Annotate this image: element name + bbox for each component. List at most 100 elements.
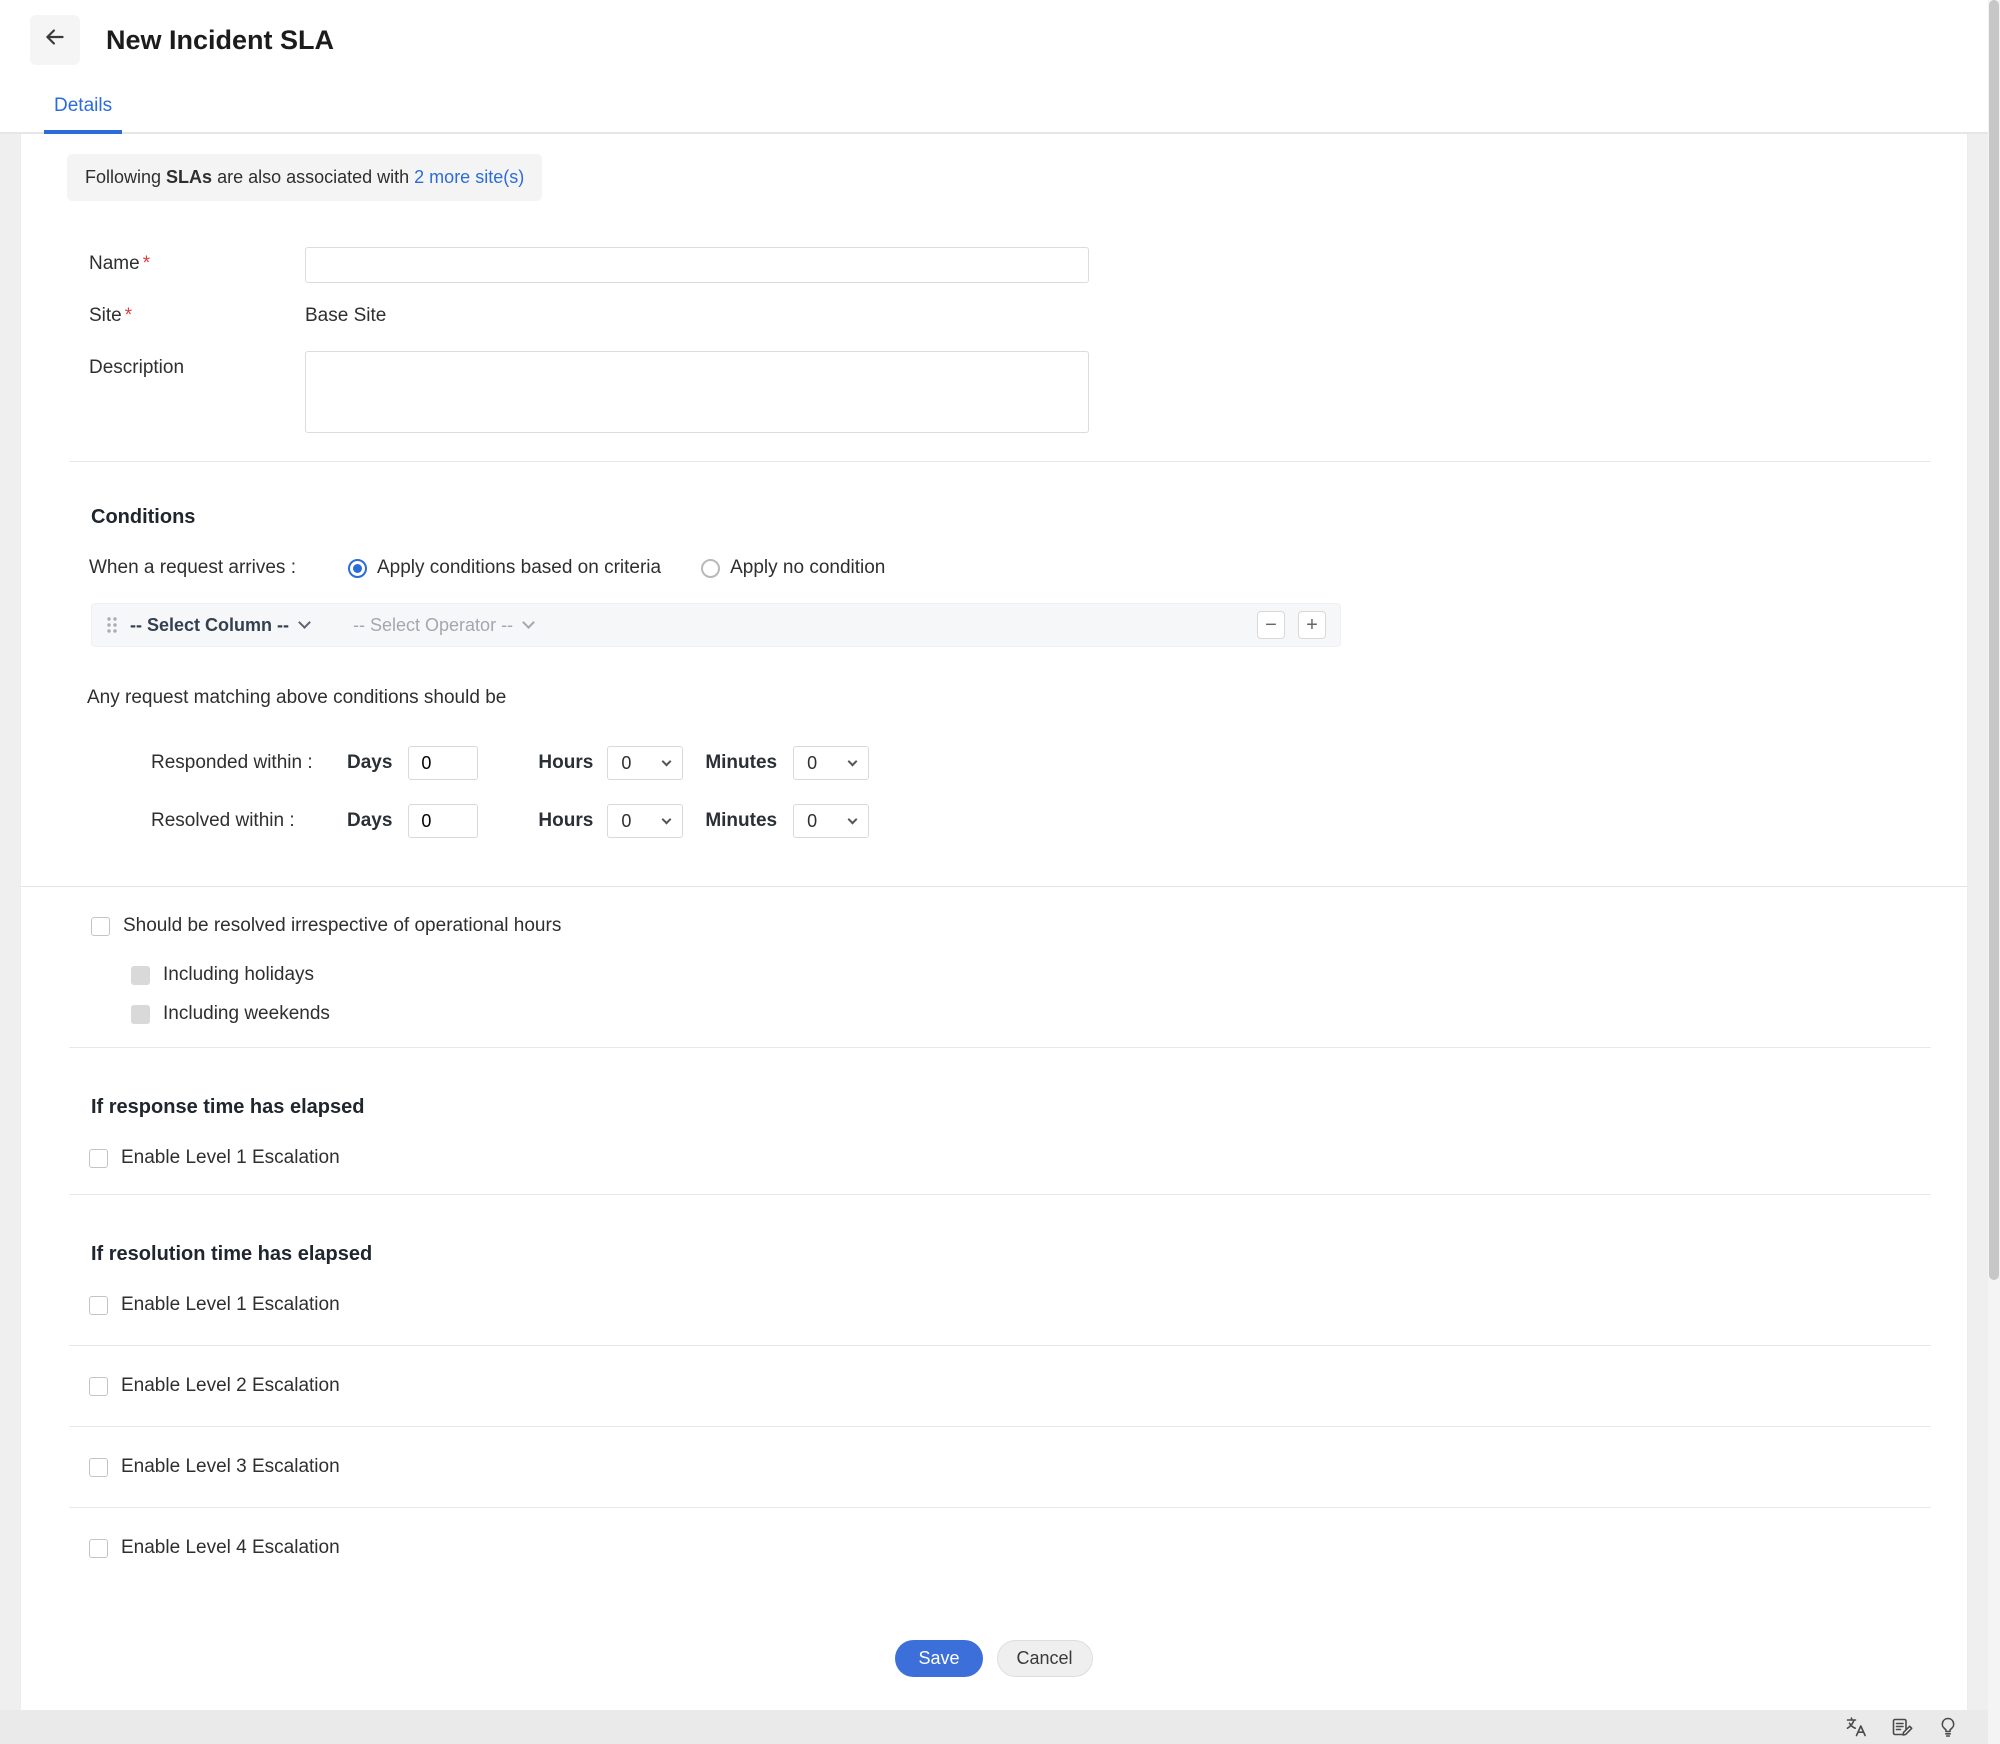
chevron-down-icon [847, 814, 858, 825]
add-condition-button[interactable]: + [1298, 611, 1326, 639]
details-form: Name * Site * Base Site Description [21, 247, 1967, 433]
resolved-minutes-select[interactable]: 0 [793, 804, 870, 838]
minutes-label: Minutes [705, 752, 778, 773]
section-divider [69, 1194, 1931, 1195]
name-input[interactable] [305, 247, 1089, 283]
lightbulb-icon[interactable] [1936, 1715, 1960, 1739]
hours-label: Hours [538, 752, 594, 773]
banner-text-prefix: Following [85, 167, 167, 187]
condition-row: -- Select Column -- -- Select Operator -… [91, 603, 1341, 647]
banner-text-middle: are also associated with [212, 167, 415, 187]
chevron-down-icon [661, 814, 672, 825]
checkbox-unchecked-icon[interactable] [89, 1148, 108, 1168]
days-label: Days [347, 810, 393, 831]
responded-minutes-select[interactable]: 0 [793, 746, 870, 780]
checkbox-unchecked-icon[interactable] [89, 1538, 108, 1558]
including-weekends-label: Including weekends [163, 1003, 330, 1024]
enable-response-level-1-escalation[interactable]: Enable Level 1 Escalation [89, 1147, 1967, 1169]
operational-hours-checkbox-row[interactable]: Should be resolved irrespective of opera… [91, 915, 1967, 937]
site-value: Base Site [305, 305, 387, 326]
page-header: New Incident SLA [0, 0, 2000, 80]
escalation-label: Enable Level 1 Escalation [121, 1147, 340, 1168]
section-divider [69, 1047, 1931, 1048]
tab-details[interactable]: Details [44, 95, 123, 134]
page-title: New Incident SLA [106, 24, 335, 55]
select-column-dropdown[interactable]: -- Select Column -- [130, 615, 311, 636]
arrow-left-icon [42, 24, 68, 56]
remove-condition-button[interactable]: − [1257, 611, 1285, 639]
including-holidays-label: Including holidays [163, 964, 315, 985]
tab-bar: Details [0, 80, 2000, 134]
site-label: Site * [89, 305, 133, 326]
conditions-heading: Conditions [91, 506, 196, 528]
enable-resolution-level-2-escalation[interactable]: Enable Level 2 Escalation [89, 1375, 1967, 1397]
checkbox-unchecked-icon[interactable] [89, 1376, 108, 1396]
name-label: Name * [89, 253, 151, 274]
more-sites-link[interactable]: 2 more site(s) [414, 167, 524, 187]
radio-apply-no-condition-label: Apply no condition [730, 557, 886, 578]
radio-apply-conditions-label: Apply conditions based on criteria [376, 557, 662, 578]
radio-selected-icon [347, 558, 367, 578]
operational-hours-label: Should be resolved irrespective of opera… [123, 915, 562, 936]
resolved-hours-select[interactable]: 0 [607, 804, 684, 838]
checkbox-unchecked-icon[interactable] [89, 1295, 108, 1315]
sla-association-banner: Following SLAs are also associated with … [67, 154, 543, 201]
chevron-down-icon [522, 616, 535, 629]
feedback-icon[interactable] [1890, 1715, 1914, 1739]
drag-handle-icon[interactable] [106, 615, 118, 635]
escalation-label: Enable Level 4 Escalation [121, 1537, 340, 1558]
required-asterisk: * [142, 253, 151, 274]
description-textarea[interactable] [305, 351, 1089, 433]
responded-days-input[interactable] [408, 746, 479, 780]
responded-within-row: Responded within : Days Hours 0 Minutes … [151, 745, 1967, 781]
enable-resolution-level-4-escalation[interactable]: Enable Level 4 Escalation [89, 1537, 1967, 1559]
radio-unselected-icon [701, 558, 721, 578]
scrollbar-thumb[interactable] [1989, 0, 1999, 1280]
resolved-days-input[interactable] [408, 804, 479, 838]
checkbox-disabled-icon [131, 1004, 150, 1024]
checkbox-unchecked-icon[interactable] [91, 916, 110, 936]
save-button[interactable]: Save [895, 1640, 983, 1677]
enable-resolution-level-3-escalation[interactable]: Enable Level 3 Escalation [89, 1456, 1967, 1478]
escalation-label: Enable Level 3 Escalation [121, 1456, 340, 1477]
footer-bar [0, 1710, 2000, 1744]
section-divider [69, 461, 1931, 462]
matching-conditions-text: Any request matching above conditions sh… [87, 687, 507, 708]
radio-apply-conditions[interactable]: Apply conditions based on criteria [347, 557, 662, 579]
including-weekends-checkbox-row[interactable]: Including weekends [131, 1003, 1967, 1025]
responded-within-label: Responded within : [151, 752, 313, 773]
checkbox-unchecked-icon[interactable] [89, 1457, 108, 1477]
resolved-within-label: Resolved within : [151, 810, 295, 831]
scrollbar-track[interactable] [1988, 0, 2000, 1744]
section-divider [69, 1426, 1931, 1427]
translate-icon[interactable] [1844, 1715, 1868, 1739]
main-content: Following SLAs are also associated with … [20, 134, 1968, 1710]
description-label: Description [89, 357, 185, 378]
days-label: Days [347, 752, 393, 773]
response-elapsed-heading: If response time has elapsed [91, 1096, 365, 1118]
escalation-label: Enable Level 1 Escalation [121, 1294, 340, 1315]
banner-text-bold: SLAs [166, 167, 213, 187]
hours-label: Hours [538, 810, 594, 831]
checkbox-disabled-icon [131, 965, 150, 985]
minutes-label: Minutes [705, 810, 778, 831]
including-holidays-checkbox-row[interactable]: Including holidays [131, 964, 1967, 986]
section-divider [69, 1507, 1931, 1508]
cancel-button[interactable]: Cancel [996, 1640, 1093, 1677]
action-buttons: Save Cancel [21, 1640, 1967, 1677]
select-operator-dropdown[interactable]: -- Select Operator -- [309, 615, 535, 636]
radio-apply-no-condition[interactable]: Apply no condition [701, 557, 885, 579]
required-asterisk: * [124, 305, 133, 326]
section-divider [21, 886, 1967, 887]
section-divider [69, 1345, 1931, 1346]
chevron-down-icon [661, 756, 672, 767]
responded-hours-select[interactable]: 0 [607, 746, 684, 780]
chevron-down-icon [847, 756, 858, 767]
enable-resolution-level-1-escalation[interactable]: Enable Level 1 Escalation [89, 1294, 1967, 1316]
request-arrives-label: When a request arrives : [89, 557, 296, 578]
escalation-label: Enable Level 2 Escalation [121, 1375, 340, 1396]
resolved-within-row: Resolved within : Days Hours 0 Minutes 0 [151, 803, 1967, 839]
back-button[interactable] [30, 15, 80, 65]
page: New Incident SLA Details Following SLAs … [0, 0, 2000, 1744]
resolution-elapsed-heading: If resolution time has elapsed [91, 1243, 373, 1265]
